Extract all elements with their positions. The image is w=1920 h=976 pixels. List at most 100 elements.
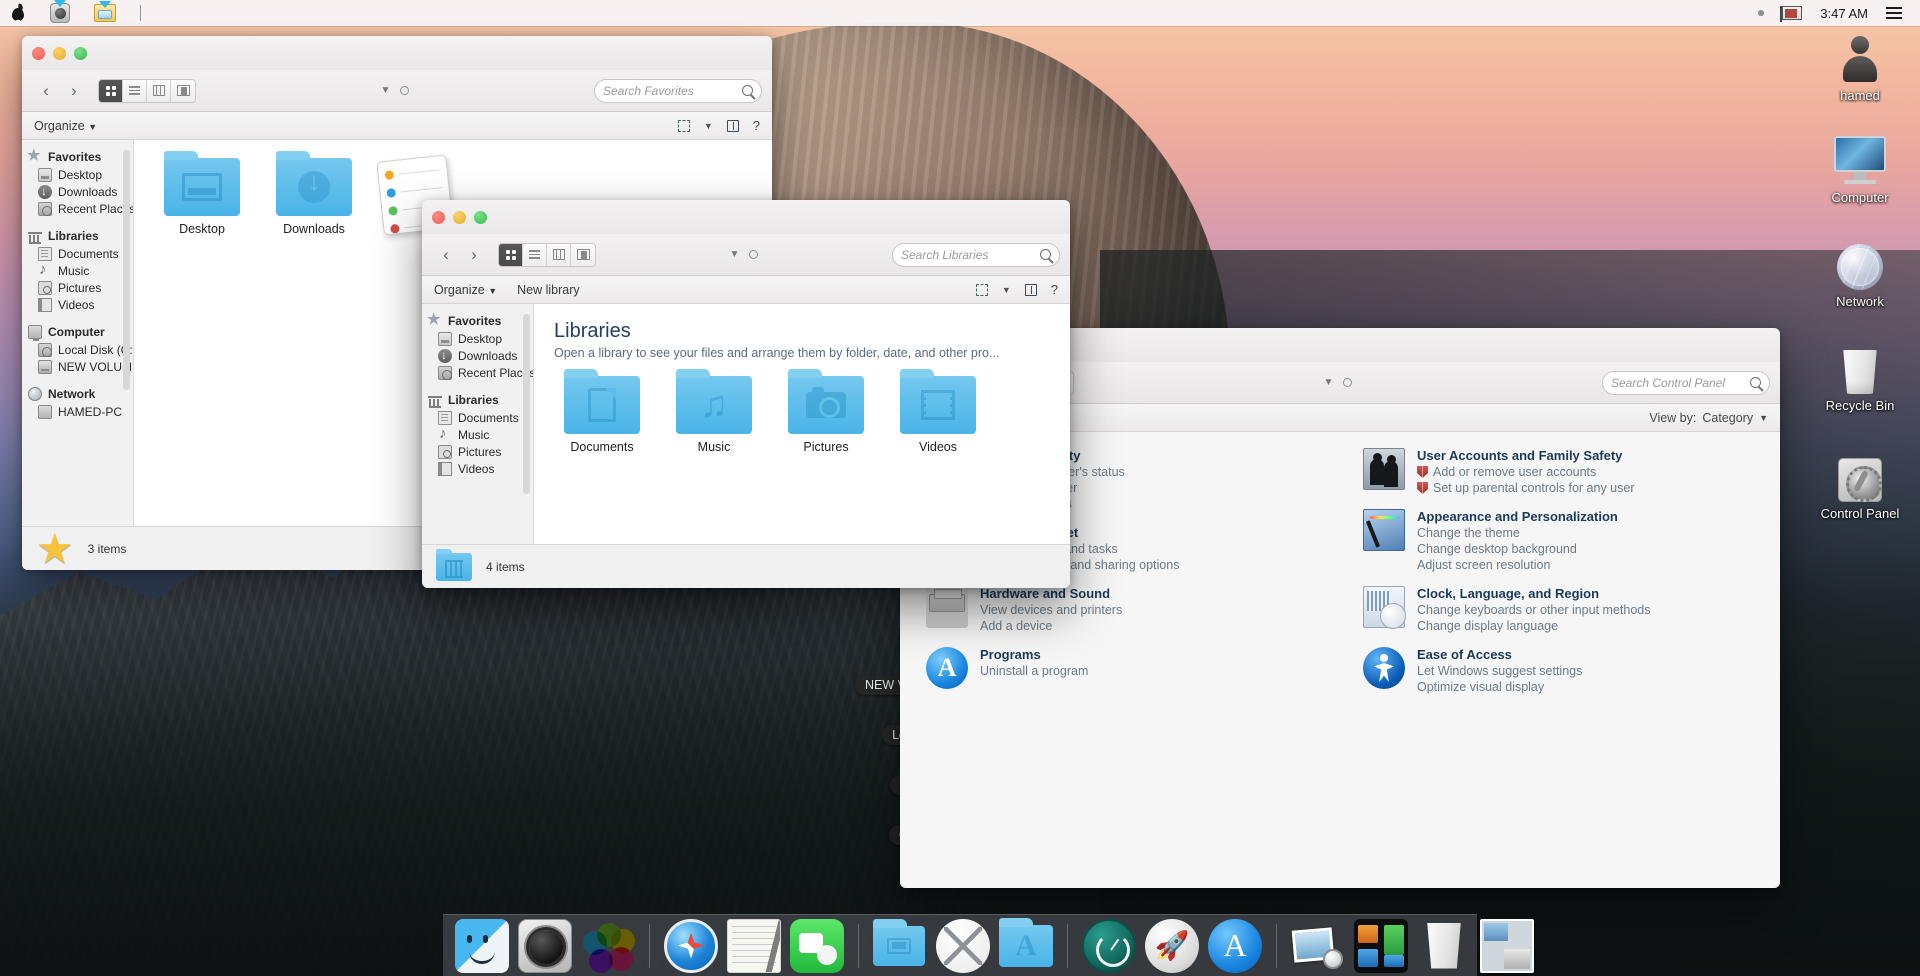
- view-mode-segments[interactable]: [98, 78, 196, 103]
- sidebar-item-music[interactable]: Music: [28, 261, 133, 279]
- category-title[interactable]: Appearance and Personalization: [1417, 509, 1618, 524]
- photos-icon[interactable]: [581, 919, 635, 973]
- action-circle-icon[interactable]: [1343, 378, 1353, 387]
- xcode-icon[interactable]: [936, 918, 990, 973]
- help-icon[interactable]: ?: [1051, 282, 1058, 297]
- category-link[interactable]: View devices and printers: [980, 603, 1122, 617]
- trash-icon[interactable]: [1417, 919, 1471, 973]
- chevron-down-icon[interactable]: ▼: [1002, 285, 1011, 295]
- file-item-desktop[interactable]: Desktop: [156, 151, 248, 236]
- desktop-icon-computer[interactable]: Computer: [1800, 128, 1920, 205]
- category-title[interactable]: User Accounts and Family Safety: [1417, 448, 1635, 463]
- search-control-panel-input[interactable]: Search Control Panel: [1602, 370, 1770, 395]
- sidebar-item-pictures[interactable]: Pictures: [428, 443, 533, 460]
- libraries-commandbar[interactable]: Organize ▼ New library ▼ ?: [422, 276, 1070, 304]
- category-link[interactable]: Uninstall a program: [980, 664, 1088, 678]
- category-link[interactable]: Add a device: [980, 619, 1122, 633]
- layout-pane-icon[interactable]: [677, 119, 690, 132]
- category-link[interactable]: Let Windows suggest settings: [1417, 664, 1582, 678]
- category-link[interactable]: Add or remove user accounts: [1433, 465, 1596, 479]
- category-link[interactable]: Optimize visual display: [1417, 680, 1582, 694]
- sidebar-item-hamed-pc[interactable]: HAMED-PC: [28, 403, 133, 420]
- time-machine-icon[interactable]: [1082, 918, 1136, 973]
- libraries-explorer-window[interactable]: ‹ › ▼ Search Libraries Organize ▼ New li…: [422, 200, 1070, 588]
- file-item-videos[interactable]: Videos: [892, 369, 984, 454]
- preview-icon[interactable]: [1291, 919, 1345, 973]
- file-item-pictures[interactable]: Pictures: [780, 369, 872, 454]
- category-link[interactable]: Change desktop background: [1417, 542, 1618, 556]
- mac-dock[interactable]: A: [443, 914, 1534, 976]
- file-item-downloads[interactable]: Downloads: [268, 151, 360, 236]
- window-controls[interactable]: [432, 210, 487, 224]
- forward-button[interactable]: ›: [60, 79, 88, 103]
- category-ease-of-access[interactable]: Ease of Access Let Windows suggest setti…: [1363, 647, 1754, 694]
- favorites-toolbar[interactable]: ‹ › ▼ Search Favorites: [22, 70, 772, 112]
- screen-sharing-icon[interactable]: [1480, 918, 1534, 973]
- mission-control-icon[interactable]: [1354, 918, 1408, 973]
- sidebar-item-local-disk-c[interactable]: Local Disk (C:): [28, 341, 133, 358]
- category-user-accounts[interactable]: User Accounts and Family Safety Add or r…: [1363, 448, 1754, 495]
- category-appearance[interactable]: Appearance and Personalization Change th…: [1363, 509, 1754, 572]
- coverflow-view-button[interactable]: [571, 243, 595, 266]
- nav-buttons[interactable]: ‹ ›: [32, 79, 88, 103]
- chevron-down-icon[interactable]: ▼: [704, 121, 713, 131]
- sidebar-header-libraries[interactable]: Libraries: [428, 391, 533, 409]
- sidebar-item-videos[interactable]: Videos: [28, 296, 133, 313]
- sidebar-item-downloads[interactable]: Downloads: [428, 347, 533, 364]
- category-link-row[interactable]: Add or remove user accounts: [1417, 465, 1635, 479]
- category-clock-language-region[interactable]: Clock, Language, and Region Change keybo…: [1363, 586, 1754, 633]
- notes-icon[interactable]: [727, 918, 781, 973]
- favorites-titlebar[interactable]: [22, 36, 772, 70]
- category-link[interactable]: Change display language: [1417, 619, 1650, 633]
- view-mode-segments[interactable]: [498, 242, 596, 267]
- sidebar-item-recent-places[interactable]: Recent Places: [28, 200, 133, 217]
- list-view-button[interactable]: [123, 79, 147, 102]
- keyboard-flag-icon[interactable]: [1780, 6, 1803, 22]
- sidebar-item-music[interactable]: Music: [428, 425, 533, 443]
- action-circle-icon[interactable]: [749, 250, 759, 259]
- forward-button[interactable]: ›: [460, 243, 488, 267]
- parallels-icon[interactable]: [50, 0, 70, 23]
- sidebar-scrollbar[interactable]: [123, 150, 130, 390]
- chevron-down-icon[interactable]: ▼: [730, 249, 740, 260]
- file-item-music[interactable]: ♫ Music: [668, 369, 760, 454]
- notification-center-icon[interactable]: [1886, 7, 1902, 19]
- sidebar-item-desktop[interactable]: Desktop: [28, 166, 133, 183]
- back-button[interactable]: ‹: [432, 243, 460, 267]
- chevron-down-icon[interactable]: ▼: [1759, 413, 1768, 423]
- sidebar-header-favorites[interactable]: Favorites: [427, 310, 533, 330]
- menu-clock[interactable]: 3:47 AM: [1820, 6, 1868, 21]
- close-button[interactable]: [432, 210, 445, 224]
- back-button[interactable]: ‹: [32, 79, 60, 103]
- favorites-sidebar[interactable]: Favorites Desktop Downloads Recent Place…: [22, 140, 134, 526]
- blue-folder-icon[interactable]: [873, 918, 927, 973]
- desktop-icon-network[interactable]: Network: [1800, 232, 1920, 309]
- sidebar-item-documents[interactable]: Documents: [28, 245, 133, 262]
- sidebar-item-desktop[interactable]: Desktop: [428, 330, 533, 347]
- finder-icon[interactable]: [455, 918, 509, 973]
- view-by-control[interactable]: View by: Category ▼: [1649, 411, 1768, 425]
- category-title[interactable]: Clock, Language, and Region: [1417, 586, 1650, 601]
- category-link[interactable]: Change the theme: [1417, 526, 1618, 540]
- view-by-value[interactable]: Category: [1702, 411, 1753, 425]
- desktop-icon-hamed[interactable]: hamed: [1800, 26, 1920, 103]
- sidebar-header-network[interactable]: Network: [28, 385, 133, 403]
- sidebar-header-libraries[interactable]: Libraries: [28, 227, 133, 245]
- sidebar-scrollbar[interactable]: [523, 314, 530, 494]
- window-controls[interactable]: [32, 46, 87, 60]
- category-title[interactable]: Ease of Access: [1417, 647, 1582, 662]
- column-view-button[interactable]: [547, 243, 571, 266]
- sidebar-header-computer[interactable]: Computer: [28, 323, 133, 341]
- sidebar-item-downloads[interactable]: Downloads: [28, 183, 133, 200]
- sidebar-item-recent-places[interactable]: Recent Places: [428, 364, 533, 381]
- nav-buttons[interactable]: ‹ ›: [432, 243, 488, 267]
- facetime-icon[interactable]: [790, 918, 844, 973]
- sidebar-item-documents[interactable]: Documents: [428, 409, 533, 426]
- sidebar-item-videos[interactable]: Videos: [428, 460, 533, 477]
- list-view-button[interactable]: [523, 243, 547, 266]
- category-hardware-and-sound[interactable]: Hardware and Sound View devices and prin…: [926, 586, 1317, 633]
- file-item-documents[interactable]: Documents: [556, 369, 648, 454]
- icon-view-button[interactable]: [499, 243, 523, 266]
- preview-pane-icon[interactable]: [726, 119, 739, 132]
- category-link-row[interactable]: Set up parental controls for any user: [1417, 481, 1635, 495]
